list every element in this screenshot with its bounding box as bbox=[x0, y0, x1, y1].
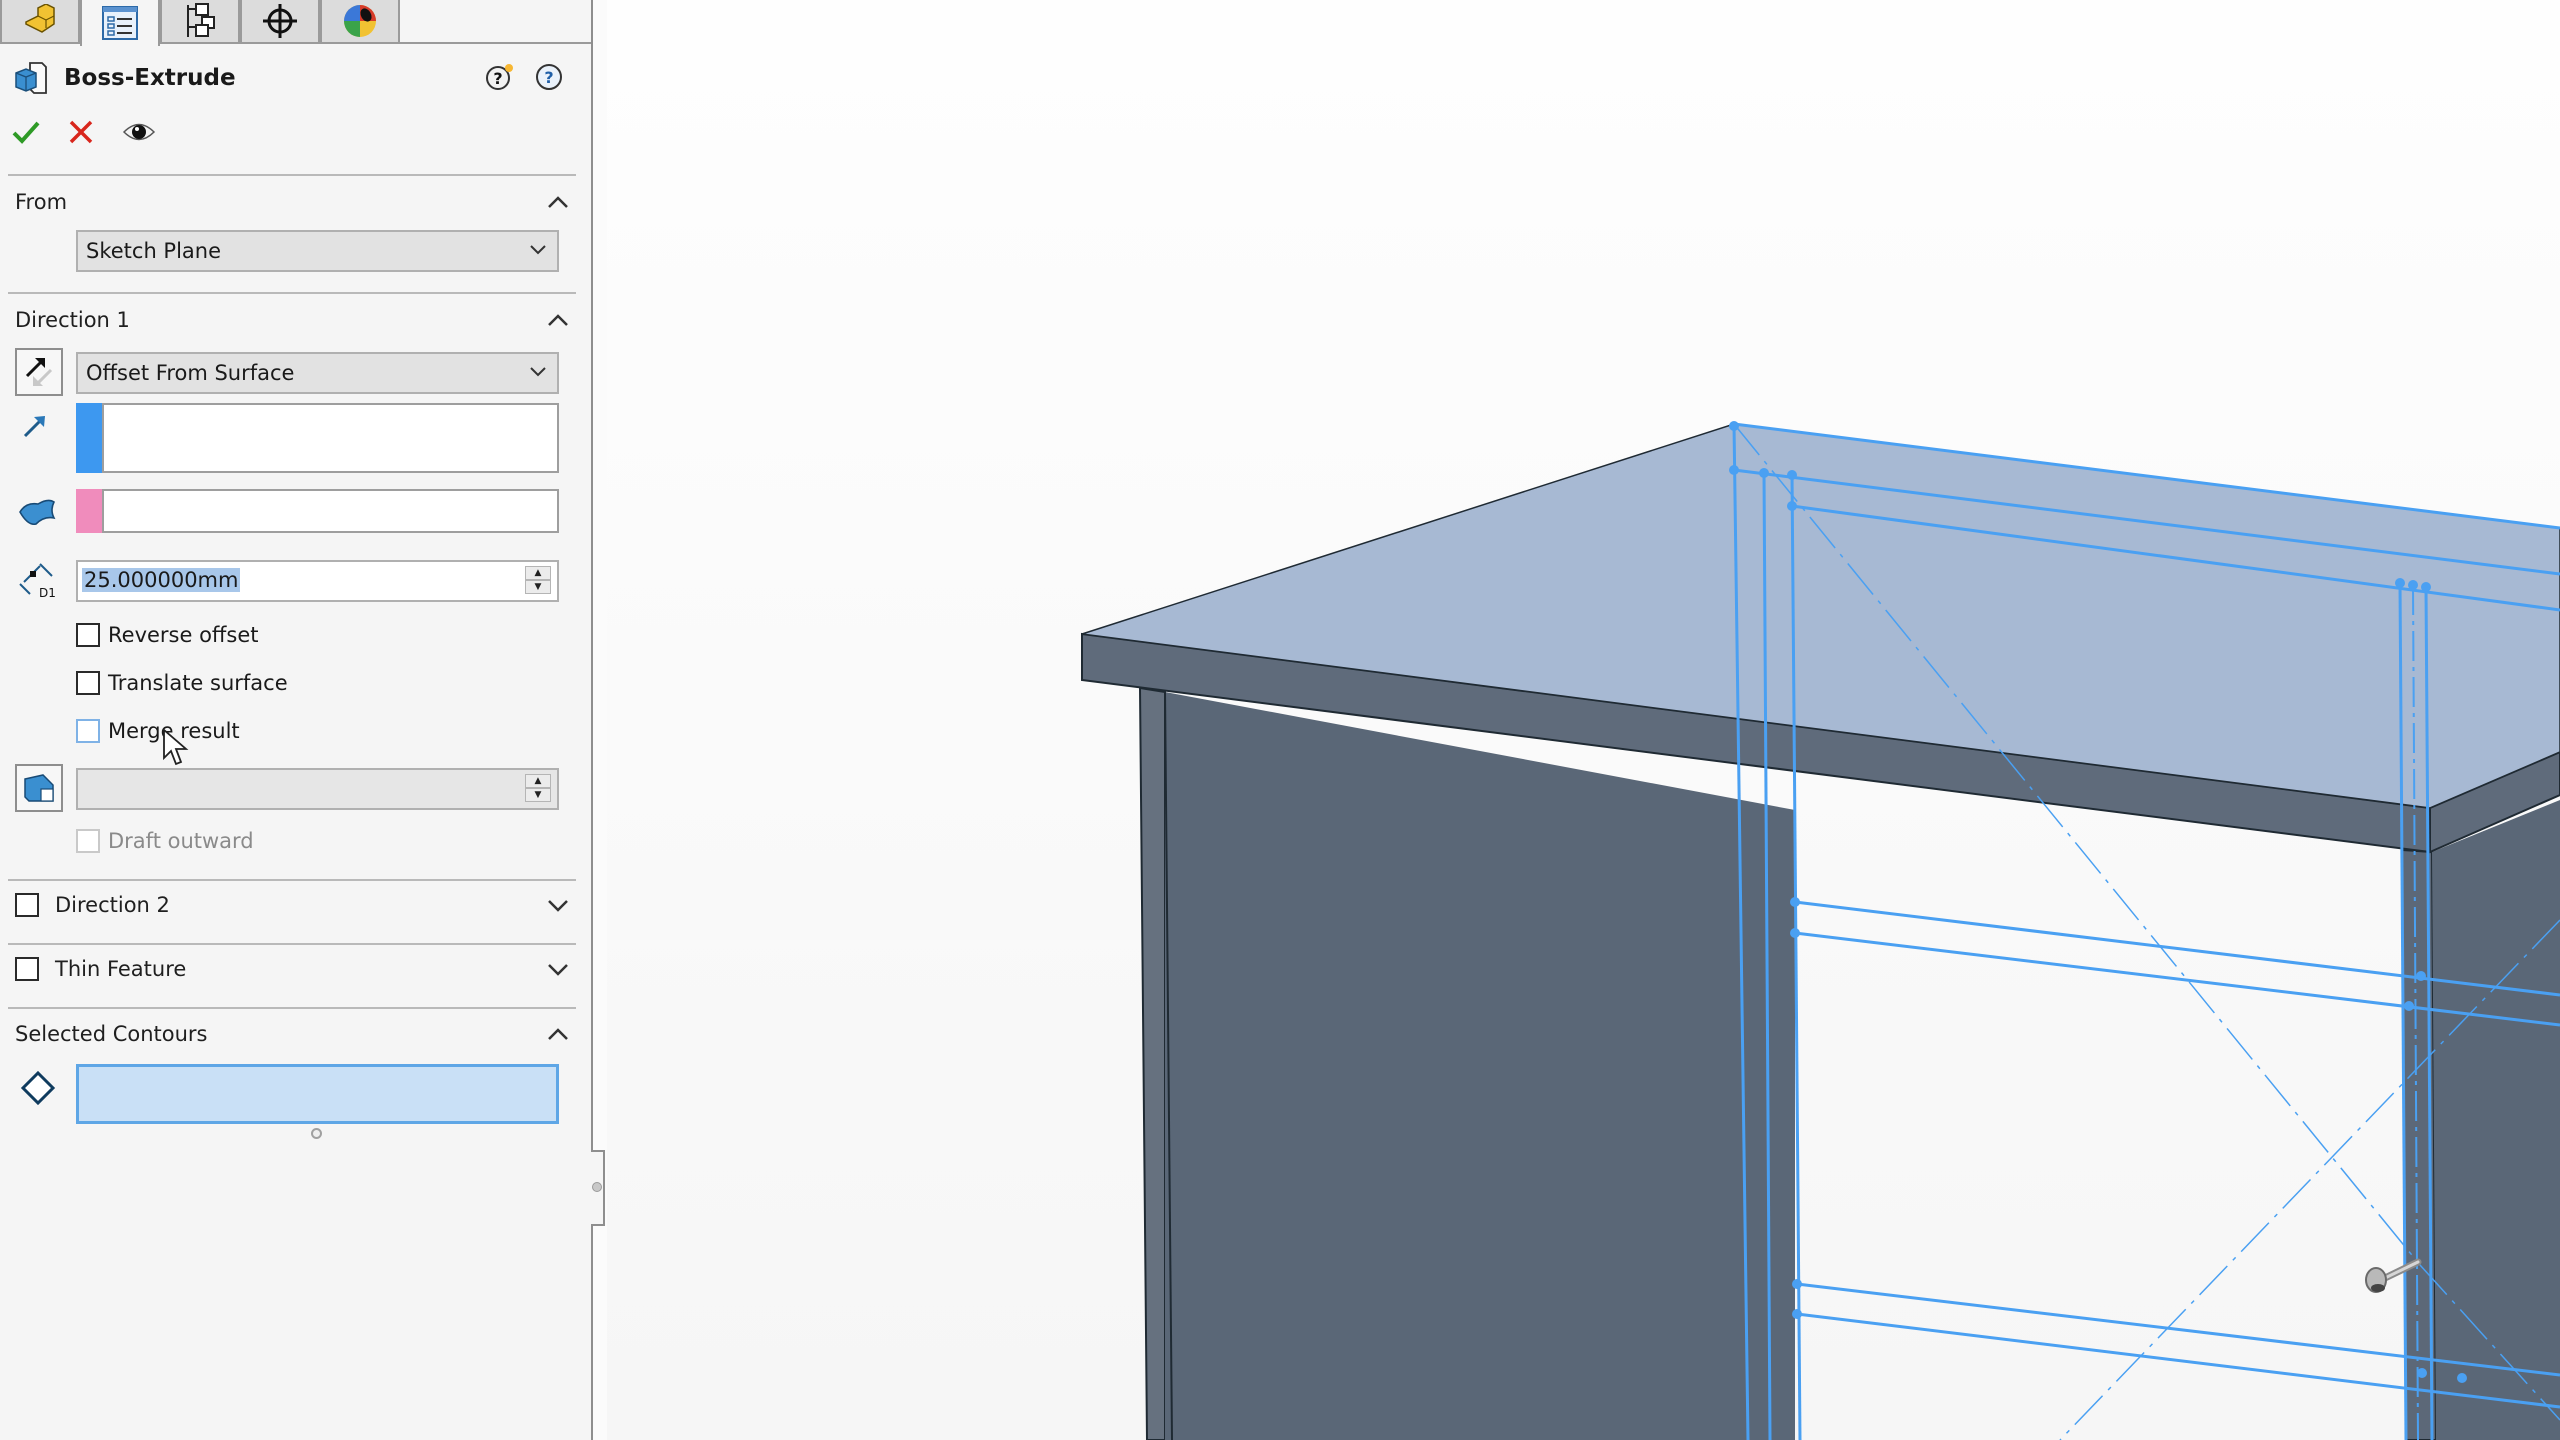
section-divider bbox=[8, 292, 576, 294]
cancel-x-icon[interactable] bbox=[68, 119, 94, 145]
property-list-icon bbox=[102, 6, 138, 40]
chevron-down-icon bbox=[530, 367, 546, 377]
svg-text:?: ? bbox=[493, 69, 502, 88]
face-plane-icon bbox=[19, 499, 56, 526]
selected-contours-section-title[interactable]: Selected Contours bbox=[15, 1022, 208, 1046]
ok-checkmark-icon[interactable] bbox=[12, 119, 40, 145]
face-plane-field[interactable] bbox=[102, 489, 559, 533]
direction1-section-title[interactable]: Direction 1 bbox=[15, 308, 130, 332]
merge-result-checkbox[interactable] bbox=[76, 719, 100, 743]
manager-tab-bar bbox=[0, 0, 591, 46]
chevron-up-icon[interactable] bbox=[547, 195, 569, 209]
action-buttons bbox=[12, 114, 156, 150]
thin-feature-section-title[interactable]: Thin Feature bbox=[55, 957, 186, 981]
appearance-ball-icon bbox=[344, 5, 376, 37]
draft-outward-checkbox[interactable] bbox=[76, 829, 100, 853]
face-color-swatch bbox=[76, 489, 102, 533]
whats-new-help-icon[interactable]: ? bbox=[485, 62, 515, 92]
draft-icon bbox=[24, 774, 54, 802]
crosshair-icon bbox=[263, 4, 297, 38]
chevron-down-icon bbox=[530, 245, 546, 255]
splitter-grip bbox=[592, 1182, 602, 1192]
direction-of-extrusion-field[interactable] bbox=[102, 403, 559, 473]
tab-display-manager[interactable] bbox=[320, 0, 400, 44]
reverse-direction-button[interactable] bbox=[15, 348, 63, 396]
right-panel-face bbox=[2432, 800, 2560, 1440]
configuration-tree-icon bbox=[187, 3, 215, 37]
tab-property-manager[interactable] bbox=[80, 0, 160, 46]
mouse-cursor-icon bbox=[163, 728, 189, 766]
reverse-direction-icon bbox=[25, 358, 53, 386]
spin-down-button[interactable]: ▼ bbox=[525, 580, 551, 594]
tab-dimxpert-manager[interactable] bbox=[240, 0, 320, 44]
draft-angle-spinner[interactable]: ▲ ▼ bbox=[525, 774, 553, 804]
thin-feature-checkbox[interactable] bbox=[15, 957, 39, 981]
direction2-checkbox[interactable] bbox=[15, 893, 39, 917]
section-divider bbox=[8, 943, 576, 945]
svg-text:D1: D1 bbox=[39, 586, 56, 600]
part-icon bbox=[25, 4, 55, 33]
draft-toggle-button[interactable] bbox=[15, 764, 63, 812]
chevron-down-icon[interactable] bbox=[547, 899, 569, 913]
chevron-down-icon[interactable] bbox=[547, 963, 569, 977]
selected-contours-field[interactable] bbox=[76, 1064, 559, 1124]
chevron-up-icon[interactable] bbox=[547, 1027, 569, 1041]
reverse-offset-label: Reverse offset bbox=[108, 623, 259, 647]
detailed-preview-eye-icon[interactable] bbox=[122, 119, 156, 145]
from-section-title[interactable]: From bbox=[15, 190, 67, 214]
feature-title: Boss-Extrude bbox=[64, 65, 236, 91]
section-divider bbox=[8, 1007, 576, 1009]
direction2-section-title[interactable]: Direction 2 bbox=[55, 893, 170, 917]
contour-icon bbox=[20, 1070, 56, 1106]
offset-distance-input[interactable]: 25.000000mm ▲ ▼ bbox=[76, 560, 559, 602]
section-divider bbox=[8, 879, 576, 881]
end-condition-select[interactable]: Offset From Surface bbox=[76, 352, 559, 394]
start-condition-value: Sketch Plane bbox=[86, 239, 222, 263]
offset-distance-value: 25.000000mm bbox=[82, 568, 241, 592]
list-resize-handle[interactable] bbox=[311, 1128, 322, 1139]
translate-surface-label: Translate surface bbox=[108, 671, 288, 695]
draft-outward-option[interactable]: Draft outward bbox=[76, 826, 254, 856]
start-condition-select[interactable]: Sketch Plane bbox=[76, 230, 559, 272]
reverse-offset-checkbox[interactable] bbox=[76, 623, 100, 647]
translate-surface-option[interactable]: Translate surface bbox=[76, 668, 288, 698]
property-manager-panel: Boss-Extrude ? ? From Sketch Plane Direc… bbox=[0, 0, 593, 1440]
direction-color-swatch bbox=[76, 403, 102, 473]
boss-extrude-icon bbox=[15, 62, 47, 94]
svg-text:?: ? bbox=[544, 68, 553, 87]
help-icon[interactable]: ? bbox=[534, 62, 564, 92]
translate-surface-checkbox[interactable] bbox=[76, 671, 100, 695]
left-panel-face bbox=[1165, 692, 1795, 1440]
tab-feature-manager[interactable] bbox=[0, 0, 80, 44]
panel-splitter-handle[interactable] bbox=[591, 1150, 605, 1226]
offset-distance-icon: D1 bbox=[19, 563, 56, 600]
spin-up-button[interactable]: ▲ bbox=[525, 566, 551, 580]
feature-title-row: Boss-Extrude bbox=[14, 60, 236, 96]
graphics-viewport[interactable] bbox=[607, 0, 2560, 1440]
draft-outward-label: Draft outward bbox=[108, 829, 254, 853]
section-divider bbox=[8, 174, 576, 176]
merge-result-option[interactable]: Merge result bbox=[76, 716, 240, 746]
offset-distance-spinner[interactable]: ▲ ▼ bbox=[525, 566, 553, 596]
direction-of-extrusion-icon bbox=[23, 416, 45, 438]
draft-angle-input[interactable]: ▲ ▼ bbox=[76, 768, 559, 810]
reverse-offset-option[interactable]: Reverse offset bbox=[76, 620, 259, 650]
chevron-up-icon[interactable] bbox=[547, 313, 569, 327]
spin-up-button[interactable]: ▲ bbox=[525, 774, 551, 788]
end-condition-value: Offset From Surface bbox=[86, 361, 295, 385]
tab-configuration-manager[interactable] bbox=[160, 0, 240, 44]
spin-down-button[interactable]: ▼ bbox=[525, 788, 551, 802]
